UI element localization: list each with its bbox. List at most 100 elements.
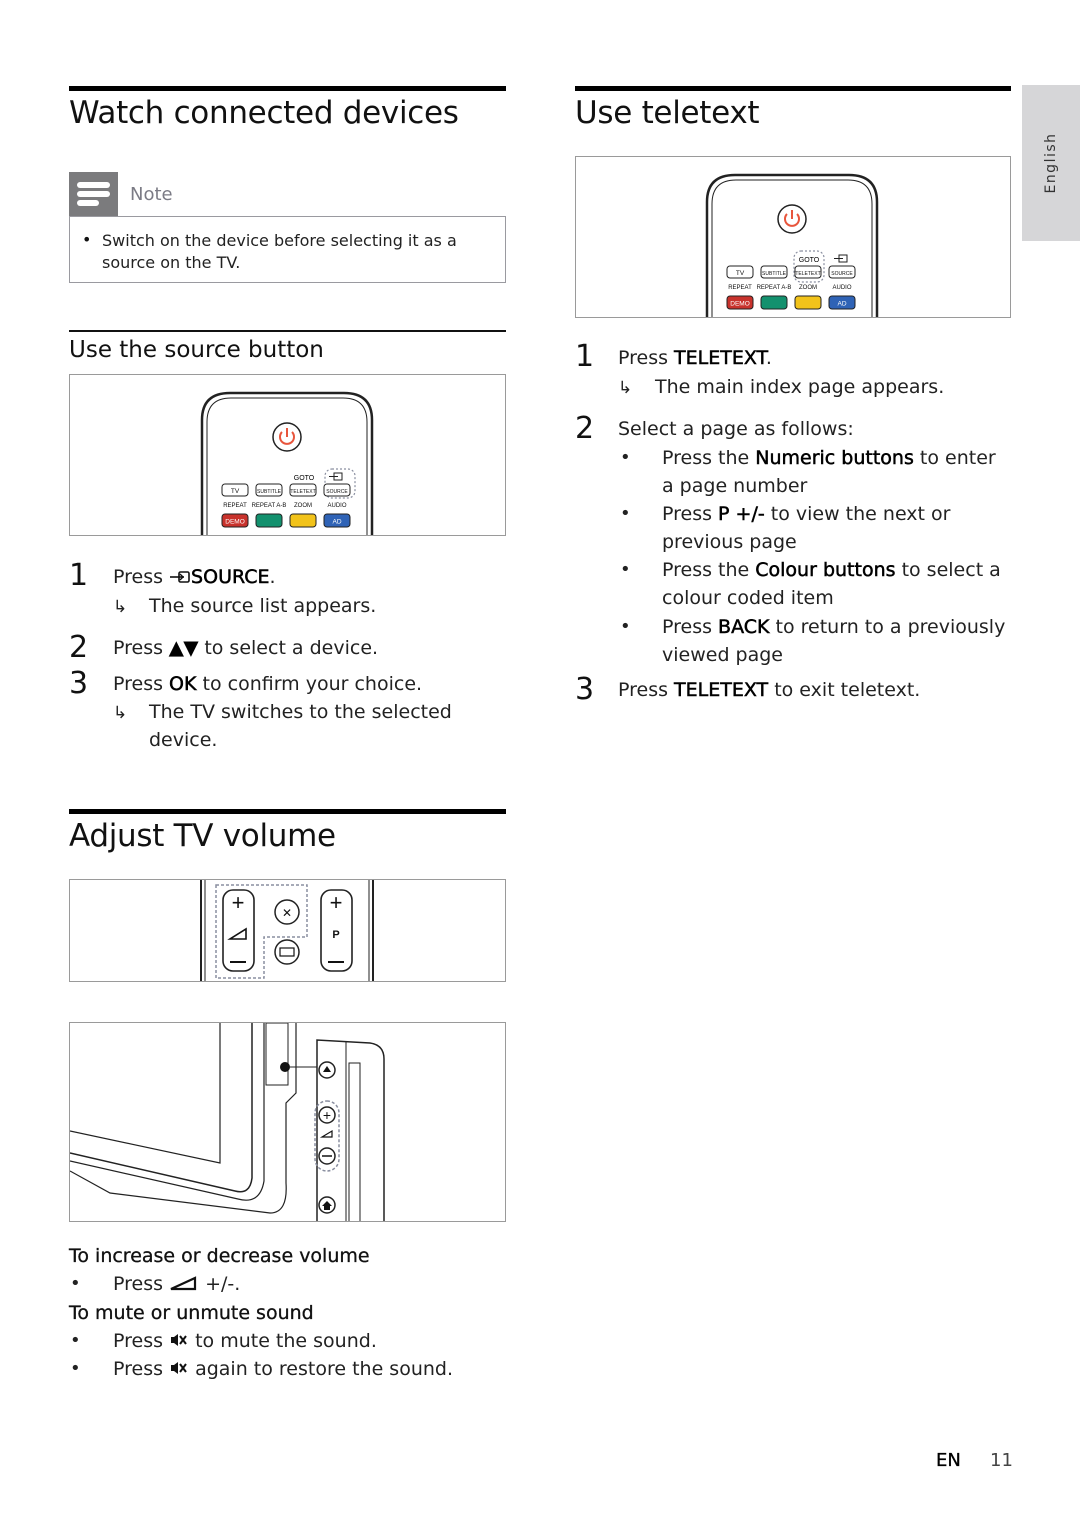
remote-color-button-label: AD xyxy=(332,519,341,526)
step-suffix: to confirm your choice. xyxy=(196,673,423,695)
remote-button-label: TELETEXT xyxy=(290,489,315,495)
step-bold: OK xyxy=(169,673,197,696)
step-prefix: Press xyxy=(113,637,170,659)
mute-icon xyxy=(171,1362,187,1374)
remote-color-button xyxy=(760,295,788,310)
teletext-option: Press the Colour buttons to select a xyxy=(662,559,1001,582)
step-prefix: Press xyxy=(618,347,675,369)
mute-text: Press to mute the sound. xyxy=(113,1330,377,1352)
teletext-option-continued: previous page xyxy=(662,531,797,553)
step-number: 3 xyxy=(69,666,89,701)
tv-side-buttons-figure: + xyxy=(69,1022,506,1222)
remote-color-button-label: DEMO xyxy=(730,301,750,308)
volume-icon xyxy=(170,1276,197,1291)
increase-volume-heading: To increase or decrease volume xyxy=(69,1245,370,1267)
source-icon xyxy=(329,472,343,481)
bullet: • xyxy=(70,1330,81,1351)
option-prefix: Press the xyxy=(662,447,756,469)
mute-icon xyxy=(171,1334,187,1346)
bullet: • xyxy=(70,1273,81,1294)
eject-icon xyxy=(318,1061,336,1079)
volume-icon xyxy=(227,927,247,940)
step-bold: TELETEXT xyxy=(674,347,766,370)
step-bold: SOURCE xyxy=(191,566,270,589)
remote-button-label: SUBTITLE xyxy=(257,489,282,495)
svg-text:+: + xyxy=(330,890,343,915)
remote-illustration: GOTO TV SUBTITLE TELETEXT SOURCE REPEAT REPE… xyxy=(705,173,879,317)
bullet-suffix: to mute the sound. xyxy=(189,1330,377,1352)
option-bold: Colour buttons xyxy=(755,559,896,582)
option-suffix: to return to a previously xyxy=(769,616,1006,638)
remote-button-label: SUBTITLE xyxy=(762,271,787,277)
step-number: 3 xyxy=(575,672,595,707)
svg-text:+: + xyxy=(323,1107,331,1123)
language-tab-label: English xyxy=(1043,132,1059,194)
remote-sublabel: REPEAT xyxy=(223,503,247,509)
result-arrow-icon: ↳ xyxy=(618,378,633,398)
volume-up-button: + xyxy=(318,1106,336,1124)
bullet-prefix: Press xyxy=(113,1330,170,1352)
step-suffix: to exit teletext. xyxy=(768,679,921,701)
bullet-prefix: Press xyxy=(113,1273,170,1295)
step-number: 2 xyxy=(69,630,89,665)
step-text: Press TELETEXT to exit teletext. xyxy=(618,679,921,702)
section-rule xyxy=(69,86,506,91)
option-suffix: to enter xyxy=(913,447,996,469)
step-number: 1 xyxy=(575,339,595,374)
section-title-teletext: Use teletext xyxy=(575,95,760,131)
remote-sublabel: REPEAT xyxy=(728,285,752,291)
option-prefix: Press xyxy=(662,616,719,638)
remote-button-label: TELETEXT xyxy=(795,271,820,277)
footer-language: EN xyxy=(936,1450,961,1471)
goto-label: GOTO xyxy=(799,257,820,264)
svg-text:+: + xyxy=(232,890,245,915)
language-tab: English xyxy=(1022,85,1080,241)
section-rule xyxy=(575,86,1011,91)
tv-side-illustration: + xyxy=(70,1023,385,1221)
bullet-prefix: Press xyxy=(113,1358,170,1380)
teletext-option: Press BACK to return to a previously xyxy=(662,616,1006,639)
remote-sublabel: ZOOM xyxy=(799,285,817,291)
remote-color-button-label: AD xyxy=(837,301,846,308)
mute-heading: To mute or unmute sound xyxy=(69,1302,314,1324)
remote-sublabel: REPEAT A-B xyxy=(252,503,287,509)
step-text: Select a page as follows: xyxy=(618,418,854,440)
note-label: Note xyxy=(130,184,173,205)
note-text: Switch on the device before selecting it… xyxy=(102,231,457,272)
remote-color-button-label: DEMO xyxy=(225,519,245,526)
unmute-text: Press again to restore the sound. xyxy=(113,1358,453,1380)
bullet-suffix: again to restore the sound. xyxy=(189,1358,454,1380)
format-icon xyxy=(274,939,300,965)
bullet: • xyxy=(82,230,92,249)
result-arrow-icon: ↳ xyxy=(113,703,128,723)
highlight-volume xyxy=(215,884,308,979)
step-text: Press ▲▼ to select a device. xyxy=(113,637,379,660)
teletext-option-continued: colour coded item xyxy=(662,587,834,609)
step-text: Press SOURCE. xyxy=(113,566,276,589)
bullet-suffix: +/-. xyxy=(199,1273,241,1295)
step-result: The TV switches to the selected xyxy=(149,701,452,723)
bullet: • xyxy=(620,503,631,524)
step-suffix: . xyxy=(269,566,276,588)
subsection-rule xyxy=(69,330,506,332)
source-icon xyxy=(834,254,848,263)
remote-sublabel: AUDIO xyxy=(327,503,346,509)
section-rule xyxy=(69,809,506,814)
step-result: device. xyxy=(149,729,218,751)
remote-figure-source: GOTO TV SUBTITLE TELETEXT SOURCE REPEAT REPE… xyxy=(69,374,506,536)
step-number: 2 xyxy=(575,411,595,446)
step-prefix: Press xyxy=(113,566,170,588)
option-suffix: to select a xyxy=(895,559,1001,581)
result-arrow-icon: ↳ xyxy=(113,597,128,617)
option-bold: Numeric buttons xyxy=(755,447,914,470)
step-suffix: to select a device. xyxy=(198,637,379,659)
option-bold: BACK xyxy=(718,616,770,639)
source-icon xyxy=(170,571,190,583)
remote-button-label: TV xyxy=(736,270,745,277)
remote-button-label: SOURCE xyxy=(326,489,348,495)
program-label: P xyxy=(332,929,339,941)
bullet: • xyxy=(620,447,631,468)
mute-icon: ✕ xyxy=(274,899,300,925)
svg-text:✕: ✕ xyxy=(282,906,292,920)
step-prefix: Press xyxy=(113,673,170,695)
